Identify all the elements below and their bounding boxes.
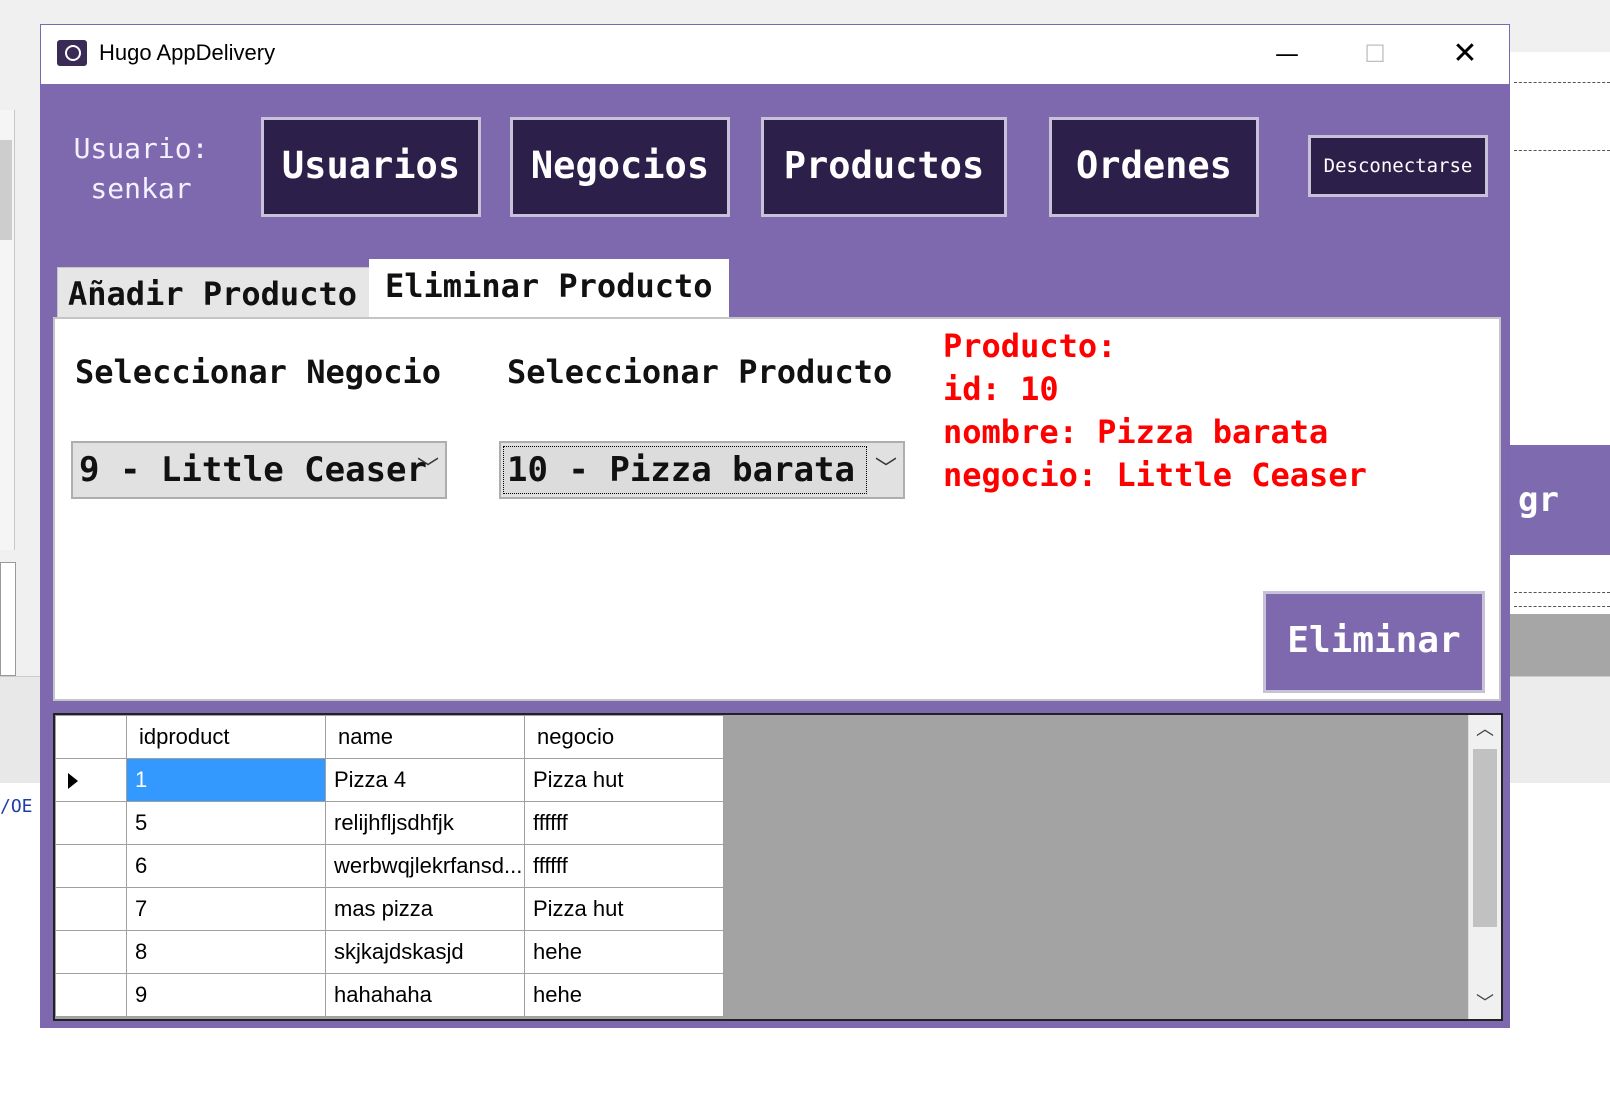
cell-negocio[interactable]: ffffff <box>524 844 724 888</box>
table-row[interactable]: 7 mas pizza Pizza hut <box>55 887 724 931</box>
cell-idproduct[interactable]: 5 <box>126 801 326 845</box>
table-row[interactable]: 9 hahahaha hehe <box>55 973 724 1017</box>
info-heading: Producto: <box>943 327 1117 365</box>
cell-name[interactable]: relijhfljsdhfjk <box>325 801 525 845</box>
info-negocio: negocio: Little Ceaser <box>943 456 1367 494</box>
window-title: Hugo AppDelivery <box>99 40 276 65</box>
background-scroll-thumb <box>0 140 12 240</box>
close-button[interactable]: ✕ <box>1437 33 1493 75</box>
cell-name[interactable]: mas pizza <box>325 887 525 931</box>
tab-delete-product[interactable]: Eliminar Producto <box>369 259 729 319</box>
scroll-up-icon[interactable]: ︿ <box>1469 715 1501 745</box>
cell-idproduct[interactable]: 9 <box>126 973 326 1017</box>
products-grid[interactable]: idproduct name negocio 1 Pizza 4 Pizza h… <box>53 713 1503 1021</box>
column-header-negocio[interactable]: negocio <box>524 715 724 759</box>
table-row[interactable]: 8 skjkajdskasjd hehe <box>55 930 724 974</box>
tab-add-product[interactable]: Añadir Producto <box>57 267 371 320</box>
user-name: senkar <box>90 172 192 205</box>
background-divider <box>1514 150 1610 151</box>
row-header[interactable] <box>55 887 127 931</box>
row-header[interactable] <box>55 801 127 845</box>
user-info: Usuario: senkar <box>71 129 211 209</box>
row-header-corner <box>55 715 127 759</box>
background-box <box>0 562 16 676</box>
cell-negocio[interactable]: hehe <box>524 930 724 974</box>
producto-label: Seleccionar Producto <box>507 353 893 391</box>
cell-name[interactable]: Pizza 4 <box>325 758 525 802</box>
cell-negocio[interactable]: hehe <box>524 973 724 1017</box>
cell-negocio[interactable]: ffffff <box>524 801 724 845</box>
productos-button[interactable]: Productos <box>761 117 1007 217</box>
title-bar: Hugo AppDelivery — ☐ ✕ <box>41 25 1509 84</box>
cell-idproduct[interactable]: 1 <box>126 758 326 802</box>
cell-negocio[interactable]: Pizza hut <box>524 887 724 931</box>
product-info: Producto: id: 10 nombre: Pizza barata ne… <box>943 325 1367 497</box>
cell-name[interactable]: skjkajdskasjd <box>325 930 525 974</box>
negocio-label: Seleccionar Negocio <box>75 353 442 391</box>
producto-select-value: 10 - Pizza barata <box>507 450 855 490</box>
cell-name[interactable]: hahahaha <box>325 973 525 1017</box>
row-header[interactable] <box>55 758 127 802</box>
background-panel <box>1510 614 1610 676</box>
chevron-down-icon[interactable]: ﹀ <box>875 443 897 497</box>
maximize-button[interactable]: ☐ <box>1347 33 1403 75</box>
row-header[interactable] <box>55 973 127 1017</box>
background-text: /OE <box>0 796 33 817</box>
logout-button[interactable]: Desconectarse <box>1308 135 1488 197</box>
table-row[interactable]: 5 relijhfljsdhfjk ffffff <box>55 801 724 845</box>
cell-idproduct[interactable]: 6 <box>126 844 326 888</box>
table-row[interactable]: 6 werbwqjlekrfansd... ffffff <box>55 844 724 888</box>
vertical-scrollbar[interactable]: ︿ ﹀ <box>1468 715 1501 1019</box>
column-header-idproduct[interactable]: idproduct <box>126 715 326 759</box>
background-divider <box>1514 606 1610 607</box>
column-header-name[interactable]: name <box>325 715 525 759</box>
table-row[interactable]: 1 Pizza 4 Pizza hut <box>55 758 724 802</box>
producto-select[interactable]: 10 - Pizza barata ﹀ <box>499 441 905 499</box>
current-row-arrow-icon <box>68 773 78 789</box>
scroll-thumb[interactable] <box>1473 749 1497 927</box>
app-window: Hugo AppDelivery — ☐ ✕ Usuario: senkar U… <box>40 24 1510 1028</box>
info-id: id: 10 <box>943 370 1059 408</box>
background-divider <box>1514 592 1610 593</box>
scroll-down-icon[interactable]: ﹀ <box>1469 989 1501 1019</box>
user-label: Usuario: <box>73 132 209 165</box>
table-header-row: idproduct name negocio <box>55 715 724 759</box>
background-panel <box>1510 676 1610 783</box>
cell-idproduct[interactable]: 7 <box>126 887 326 931</box>
usuarios-button[interactable]: Usuarios <box>261 117 481 217</box>
row-header[interactable] <box>55 844 127 888</box>
eliminar-button[interactable]: Eliminar <box>1263 591 1485 693</box>
products-table: idproduct name negocio 1 Pizza 4 Pizza h… <box>55 715 724 1017</box>
chevron-down-icon[interactable]: ﹀ <box>417 443 439 497</box>
background-divider <box>1514 82 1610 83</box>
ordenes-button[interactable]: Ordenes <box>1049 117 1259 217</box>
info-nombre: nombre: Pizza barata <box>943 413 1329 451</box>
cell-negocio[interactable]: Pizza hut <box>524 758 724 802</box>
minimize-button[interactable]: — <box>1259 33 1315 75</box>
negocio-select-value: 9 - Little Ceaser <box>79 450 427 490</box>
background-button: gr <box>1510 445 1610 555</box>
app-logo-icon <box>57 40 87 66</box>
row-header[interactable] <box>55 930 127 974</box>
background-strip <box>0 676 40 783</box>
cell-name[interactable]: werbwqjlekrfansd... <box>325 844 525 888</box>
negocios-button[interactable]: Negocios <box>510 117 730 217</box>
cell-idproduct[interactable]: 8 <box>126 930 326 974</box>
negocio-select[interactable]: 9 - Little Ceaser ﹀ <box>71 441 447 499</box>
